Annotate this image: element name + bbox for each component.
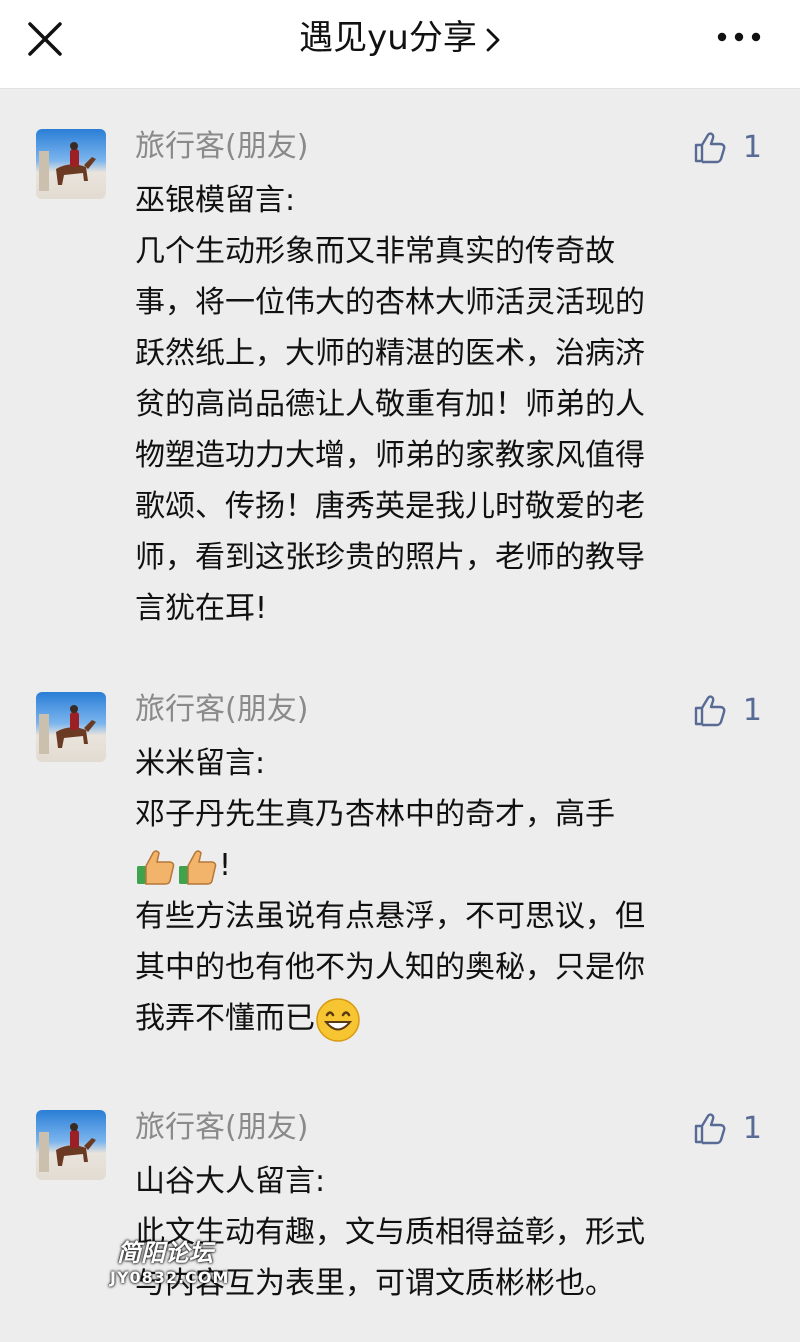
comment-author-line: 米米留言: <box>135 746 266 781</box>
comment-line-with-emoji: ! <box>135 840 765 891</box>
comment-author-line: 巫银模留言: <box>135 183 296 218</box>
chevron-right-icon <box>486 28 500 51</box>
comment-line: 事，将一位伟大的杏林大师活灵活现的 <box>135 285 645 320</box>
nickname: 旅行客(朋友) <box>135 692 309 727</box>
comment-line: 其中的也有他不为人知的奥秘，只是你 <box>135 950 645 985</box>
site-watermark: 简阳论坛 JY0832.COM <box>110 1238 230 1300</box>
nickname: 旅行客(朋友) <box>135 1110 309 1145</box>
comment-line-text: 我弄不懂而已 <box>135 1001 315 1036</box>
comment-text: 巫银模留言: 几个生动形象而又非常真实的传奇故 事，将一位伟大的杏林大师活灵活现… <box>135 175 765 634</box>
top-bar: 遇见yu分享 <box>0 0 800 89</box>
like-button[interactable]: 1 <box>693 688 762 732</box>
page-title-link[interactable]: 遇见yu分享 <box>0 16 800 60</box>
grinning-face-emoji-icon <box>316 997 360 1042</box>
comment-line: 贫的高尚品德让人敬重有加！师弟的人 <box>135 387 645 422</box>
watermark-name: 简阳论坛 <box>117 1239 213 1267</box>
comment-line-text: ! <box>219 848 232 883</box>
thumbs-up-icon <box>694 132 726 164</box>
comment-line-with-emoji: 我弄不懂而已 <box>135 993 765 1044</box>
comment-text: 米米留言: 邓子丹先生真乃杏林中的奇才，高手 ! 有些方法虽说有点悬浮，不可思议… <box>135 738 765 1044</box>
like-count: 1 <box>742 129 762 165</box>
thumbs-up-icon <box>694 1113 726 1145</box>
comment-line: 几个生动形象而又非常真实的传奇故 <box>135 234 615 269</box>
like-button[interactable]: 1 <box>693 1106 762 1150</box>
comment-line: 言犹在耳! <box>135 591 268 626</box>
like-count: 1 <box>742 692 762 728</box>
comment-line: 歌颂、传扬！唐秀英是我儿时敬爱的老 <box>135 489 645 524</box>
comment-line: 跃然纸上，大师的精湛的医术，治病济 <box>135 336 645 371</box>
thumbs-up-emoji-icon <box>137 849 175 885</box>
avatar[interactable] <box>36 129 106 199</box>
thumbs-up-emoji-icon <box>179 849 217 885</box>
avatar[interactable] <box>36 1110 106 1180</box>
avatar[interactable] <box>36 692 106 762</box>
thumbs-up-icon <box>694 695 726 727</box>
more-dots-icon <box>717 32 761 42</box>
nickname: 旅行客(朋友) <box>135 129 309 164</box>
more-button[interactable] <box>714 26 764 48</box>
comment-line: 有些方法虽说有点悬浮，不可思议，但 <box>135 899 645 934</box>
comment-line: 物塑造功力大增，师弟的家教家风值得 <box>135 438 645 473</box>
comment-line: 此文生动有趣，文与质相得益彰，形式 <box>135 1215 645 1250</box>
comment-text: 山谷大人留言: 此文生动有趣，文与质相得益彰，形式 与内容互为表里，可谓文质彬彬… <box>135 1156 765 1309</box>
comment-line: 师，看到这张珍贵的照片，老师的教导 <box>135 540 645 575</box>
comment-line: 邓子丹先生真乃杏林中的奇才，高手 <box>135 797 615 832</box>
comment-author-line: 山谷大人留言: <box>135 1164 326 1199</box>
page-title: 遇见yu分享 <box>299 18 477 58</box>
like-button[interactable]: 1 <box>693 125 762 169</box>
watermark-url: JY0832.COM <box>110 1268 230 1287</box>
like-count: 1 <box>742 1110 762 1146</box>
comment-line: 与内容互为表里，可谓文质彬彬也。 <box>135 1266 615 1301</box>
